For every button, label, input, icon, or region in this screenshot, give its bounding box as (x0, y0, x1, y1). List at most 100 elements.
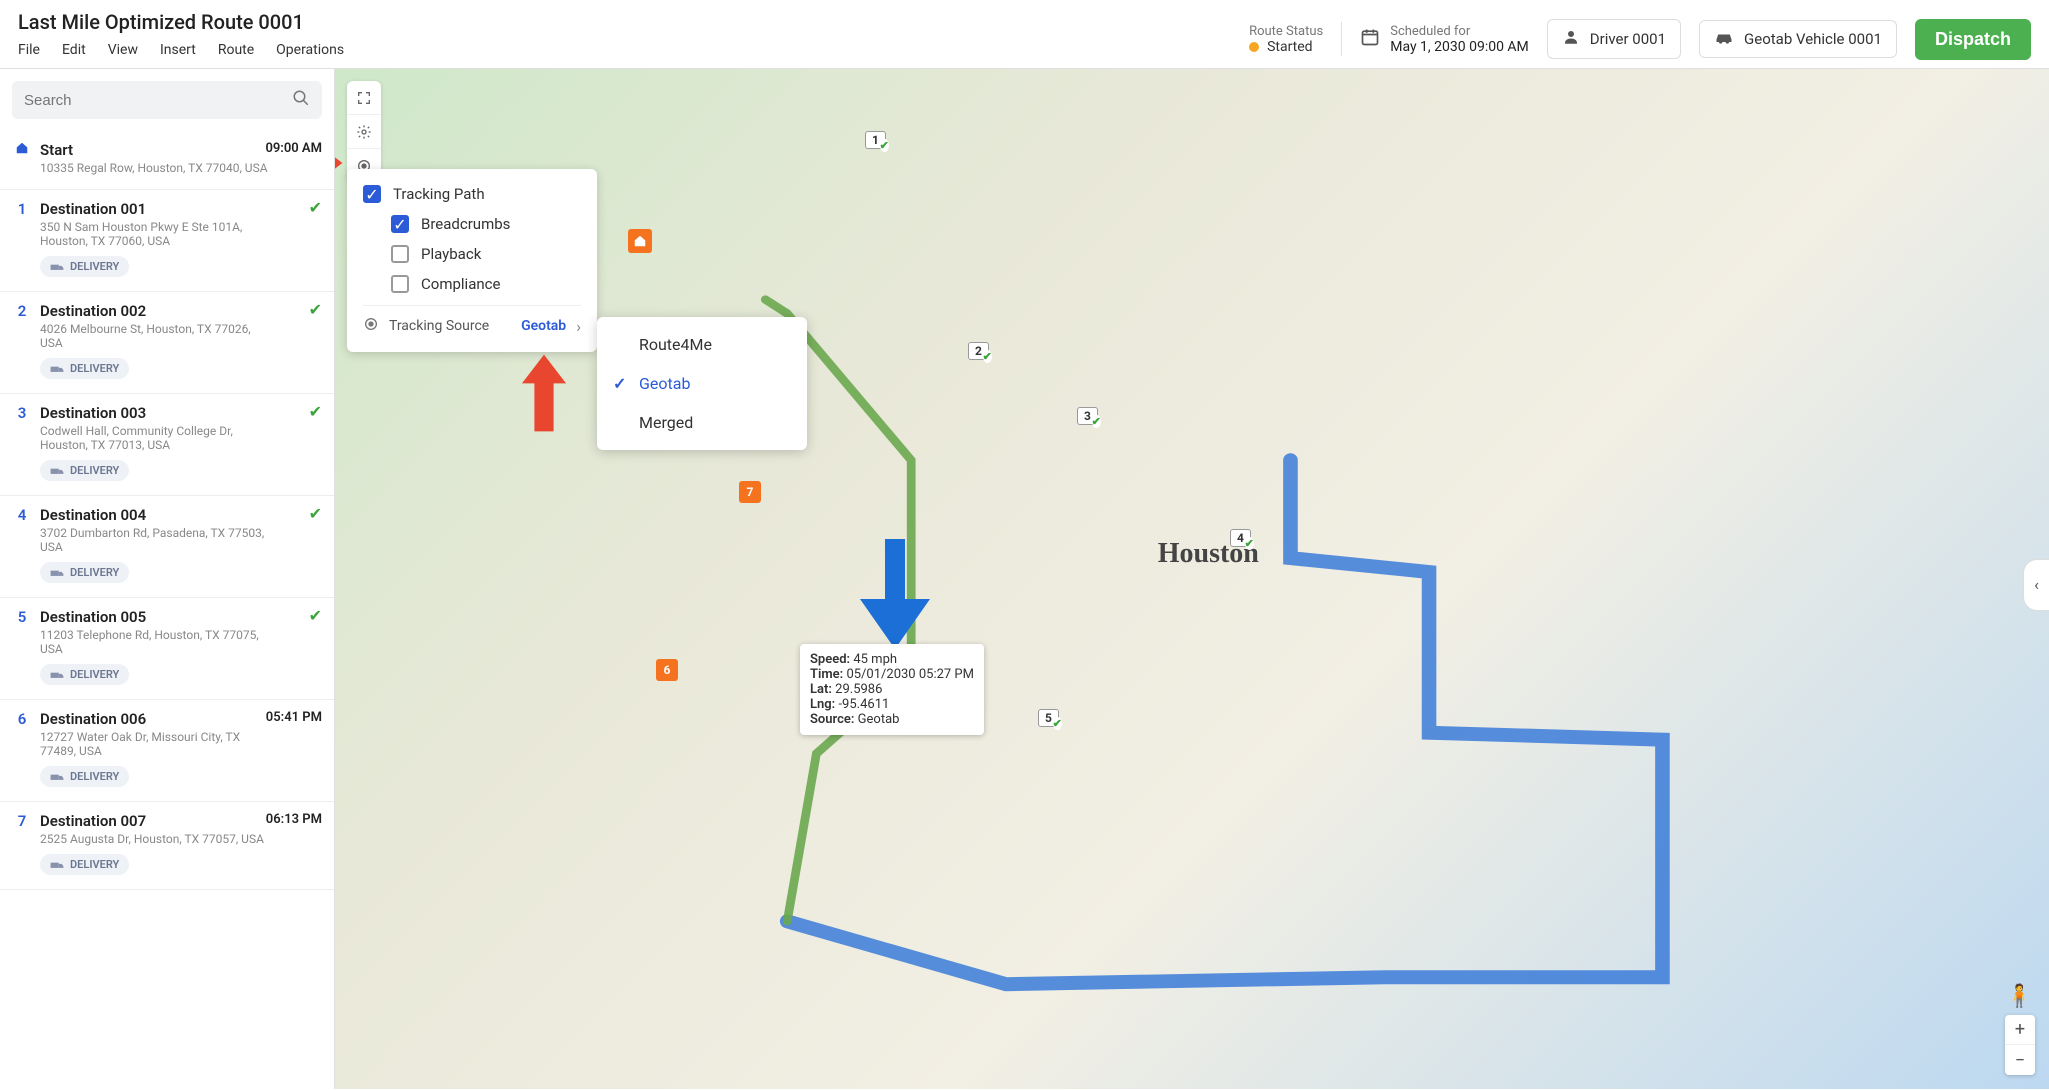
stop-item[interactable]: 4 Destination 004 3702 Dumbarton Rd, Pasad… (0, 496, 334, 598)
stop-index: 1 (14, 200, 30, 277)
route-status-value: Started (1267, 39, 1313, 55)
stop-title: Destination 004 (40, 506, 320, 524)
calendar-icon (1360, 27, 1380, 51)
stop-title: Destination 001 (40, 200, 320, 218)
source-option-merged[interactable]: Merged (597, 403, 807, 442)
stop-address: 11203 Telephone Rd, Houston, TX 77075, U… (40, 628, 270, 656)
zoom-out-button[interactable]: − (2005, 1045, 2035, 1075)
tracking-source-label: Tracking Source (389, 318, 511, 334)
stop-address: 2525 Augusta Dr, Houston, TX 77057, USA (40, 832, 270, 846)
playback-label: Playback (421, 245, 481, 263)
marker-home[interactable] (628, 229, 652, 253)
breadcrumbs-checkbox[interactable]: ✓ (391, 215, 409, 233)
marker-3[interactable]: 3✔ (1077, 407, 1098, 425)
vehicle-chip[interactable]: Geotab Vehicle 0001 (1699, 20, 1897, 58)
tracking-source-value: Geotab (521, 318, 566, 334)
tracking-source-menu: Route4Me Geotab Merged (597, 317, 807, 450)
stop-item[interactable]: 2 Destination 002 4026 Melbourne St, Houst… (0, 292, 334, 394)
stop-title: Destination 005 (40, 608, 320, 626)
delivery-pill: DELIVERY (40, 854, 129, 875)
vehicle-name: Geotab Vehicle 0001 (1744, 30, 1882, 48)
check-icon: ✔ (309, 402, 322, 421)
vehicle-icon (1714, 29, 1734, 49)
search-icon[interactable] (292, 89, 310, 111)
delivery-pill: DELIVERY (40, 460, 129, 481)
annotation-arrow-1 (335, 139, 343, 187)
stop-item[interactable]: 6Destination 00612727 Water Oak Dr, Miss… (0, 700, 334, 802)
stop-time: 09:00 AM (265, 141, 322, 156)
zoom-controls: + − (2005, 1015, 2035, 1075)
route-status-label: Route Status (1249, 24, 1323, 39)
compliance-label: Compliance (421, 275, 500, 293)
stop-item[interactable]: 3Destination 003Codwell Hall, Community … (0, 394, 334, 496)
page-title: Last Mile Optimized Route 0001 (18, 10, 1229, 34)
marker-6[interactable]: 6 (656, 659, 678, 681)
menu-route[interactable]: Route (218, 42, 254, 58)
stop-index: 7 (14, 812, 30, 875)
search-box[interactable] (12, 81, 322, 119)
check-icon: ✔ (309, 504, 322, 523)
person-icon (1562, 28, 1580, 50)
stop-address: 3702 Dumbarton Rd, Pasadena, TX 77503, U… (40, 526, 270, 554)
chevron-right-icon: › (576, 317, 581, 336)
search-input[interactable] (24, 92, 292, 109)
marker-7[interactable]: 7 (739, 481, 761, 503)
tracking-source-row[interactable]: Tracking Source Geotab › (363, 305, 581, 336)
status-dot-icon (1249, 42, 1259, 52)
stop-index: 4 (14, 506, 30, 583)
collapse-right-panel-button[interactable]: ‹ (2023, 559, 2049, 611)
zoom-in-button[interactable]: + (2005, 1015, 2035, 1045)
stop-index: 2 (14, 302, 30, 379)
marker-2[interactable]: 2✔ (968, 342, 989, 360)
tracking-panel: ✓ Tracking Path ✓ Breadcrumbs Playback C… (347, 169, 597, 352)
menu-edit[interactable]: Edit (62, 42, 86, 58)
route-status: Route Status Started (1249, 24, 1323, 55)
annotation-arrow-2 (520, 354, 568, 432)
scheduled-label: Scheduled for (1390, 24, 1529, 39)
stop-item[interactable]: 5Destination 00511203 Telephone Rd, Hous… (0, 598, 334, 700)
playback-checkbox[interactable] (391, 245, 409, 263)
stop-address: 12727 Water Oak Dr, Missouri City, TX 77… (40, 730, 270, 758)
stop-item[interactable]: 1 Destination 001 350 N Sam Houston Pkwy E… (0, 190, 334, 292)
marker-5[interactable]: 5✔ (1038, 709, 1059, 727)
driver-chip[interactable]: Driver 0001 (1547, 19, 1681, 59)
scheduled-value: May 1, 2030 09:00 AM (1390, 39, 1529, 55)
pegman-icon[interactable]: 🧍 (2006, 984, 2033, 1009)
tracking-path-label: Tracking Path (393, 185, 485, 203)
breadcrumbs-label: Breadcrumbs (421, 215, 510, 233)
settings-button[interactable] (347, 115, 381, 149)
target-icon (363, 316, 379, 336)
breadcrumb-tooltip: Speed: 45 mph Time: 05/01/2030 05:27 PM … (800, 644, 984, 735)
stop-title: Destination 002 (40, 302, 320, 320)
map-canvas[interactable]: Houston ✓ Tracking Path ✓ Breadcrumbs Pl… (335, 69, 2049, 1089)
home-icon (14, 141, 30, 175)
delivery-pill: DELIVERY (40, 358, 129, 379)
stop-time: 06:13 PM (266, 812, 322, 827)
compliance-checkbox[interactable] (391, 275, 409, 293)
scheduled-block[interactable]: Scheduled for May 1, 2030 09:00 AM (1360, 24, 1529, 55)
delivery-pill: DELIVERY (40, 664, 129, 685)
stop-address: Codwell Hall, Community College Dr, Hous… (40, 424, 270, 452)
menu-view[interactable]: View (108, 42, 138, 58)
marker-4[interactable]: 4✔ (1230, 529, 1251, 547)
driver-name: Driver 0001 (1590, 30, 1666, 48)
stop-address: 4026 Melbourne St, Houston, TX 77026, US… (40, 322, 270, 350)
source-option-geotab[interactable]: Geotab (597, 364, 807, 403)
stop-item[interactable]: 7Destination 0072525 Augusta Dr, Houston… (0, 802, 334, 890)
marker-1[interactable]: 1✔ (865, 131, 886, 149)
source-option-route4me[interactable]: Route4Me (597, 325, 807, 364)
stop-item[interactable]: Start10335 Regal Row, Houston, TX 77040,… (0, 131, 334, 190)
menu-file[interactable]: File (18, 42, 40, 58)
stop-index: 6 (14, 710, 30, 787)
stop-time: 05:41 PM (266, 710, 322, 725)
map-control-stack (347, 81, 381, 183)
stop-index: 3 (14, 404, 30, 481)
delivery-pill: DELIVERY (40, 766, 129, 787)
menu-operations[interactable]: Operations (276, 42, 344, 58)
fullscreen-button[interactable] (347, 81, 381, 115)
tracking-path-checkbox[interactable]: ✓ (363, 185, 381, 203)
stops-sidebar: Start10335 Regal Row, Houston, TX 77040,… (0, 69, 335, 1089)
stop-address: 350 N Sam Houston Pkwy E Ste 101A, Houst… (40, 220, 270, 248)
dispatch-button[interactable]: Dispatch (1915, 19, 2031, 60)
menu-insert[interactable]: Insert (160, 42, 196, 58)
